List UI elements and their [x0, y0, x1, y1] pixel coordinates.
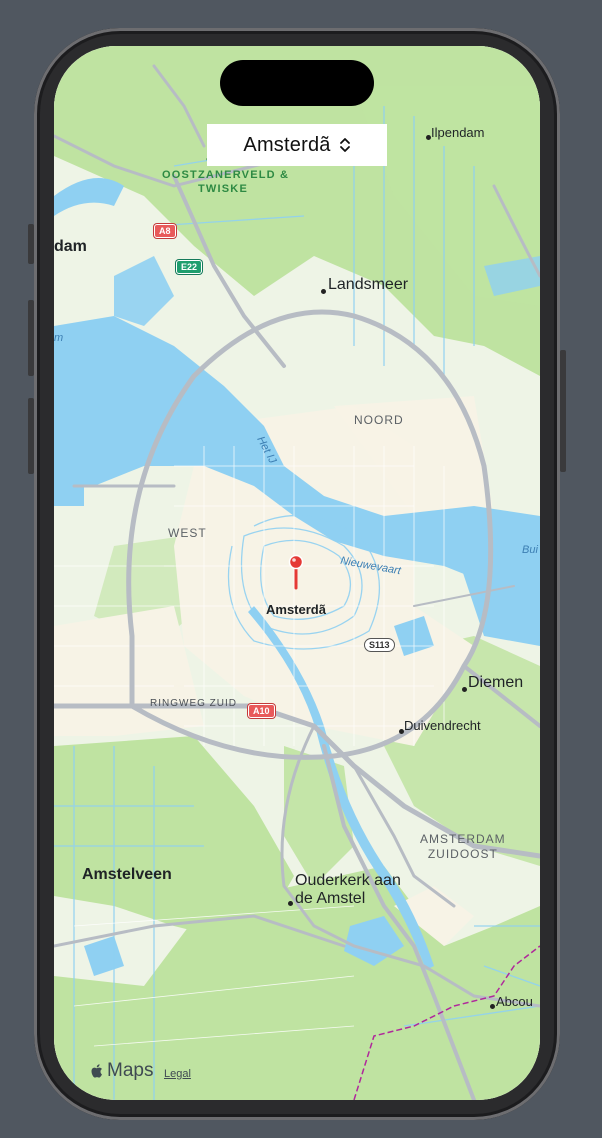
water-partial-label: m: [54, 332, 64, 344]
oostzanerveld-line-1: OOSTZANERVELD &: [162, 169, 290, 181]
chevron-up-down-icon: [339, 138, 350, 152]
city-picker-label: Amsterdã: [243, 133, 331, 156]
bui-label: Bui: [522, 544, 538, 556]
amsterdam-zuidoost-label: AMSTERDAM ZUIDOOST: [420, 832, 506, 862]
ouderkerk-dot: [288, 901, 293, 906]
screen: Amsterdã IL VAR OOSTZANERVELD & TWISKE I…: [54, 46, 540, 1100]
dam-partial-label: dam: [54, 238, 87, 255]
amsterdam-zuidoost-line-1: AMSTERDAM: [420, 832, 506, 846]
amsterdam-zuidoost-line-2: ZUIDOOST: [427, 847, 498, 861]
ilpendam-label: Ilpendam: [431, 125, 485, 140]
diemen-label: Diemen: [468, 674, 524, 691]
apple-logo-icon: [91, 1064, 102, 1078]
ouderkerk-label: Ouderkerk aan de Amstel: [295, 872, 401, 908]
amstelveen-label: Amstelveen: [82, 866, 172, 883]
abcoude-dot: [490, 1004, 495, 1009]
oostzanerveld-line-2: TWISKE: [198, 183, 248, 195]
west-label: WEST: [168, 526, 207, 540]
a10-shield: A10: [248, 704, 275, 718]
ringweg-zuid-label: RINGWEG ZUID: [150, 698, 237, 709]
diemen-dot: [462, 687, 467, 692]
ouderkerk-line-2: de Amstel: [295, 890, 366, 907]
oostzanerveld-label: OOSTZANERVELD & TWISKE: [162, 168, 289, 196]
a8-shield: A8: [154, 224, 176, 238]
landsmeer-label: Landsmeer: [328, 276, 409, 293]
abcoude-label: Abcou: [496, 994, 533, 1009]
apple-maps-logo: Maps: [90, 1060, 153, 1082]
e22-shield: E22: [176, 260, 203, 274]
landsmeer-dot: [321, 289, 326, 294]
city-picker-button[interactable]: Amsterdã: [207, 124, 387, 166]
power-button[interactable]: [560, 350, 566, 472]
maps-logo-text: Maps: [107, 1060, 154, 1081]
s113-shield: S113: [364, 638, 395, 652]
map-pin-icon[interactable]: [288, 554, 304, 590]
noord-label: NOORD: [354, 413, 404, 427]
duivendrecht-label: Duivendrecht: [404, 718, 481, 733]
dynamic-island: [220, 60, 374, 106]
ouderkerk-line-1: Ouderkerk aan: [295, 872, 401, 889]
pin-label: Amsterdã: [266, 602, 326, 617]
legal-link[interactable]: Legal: [164, 1068, 191, 1080]
